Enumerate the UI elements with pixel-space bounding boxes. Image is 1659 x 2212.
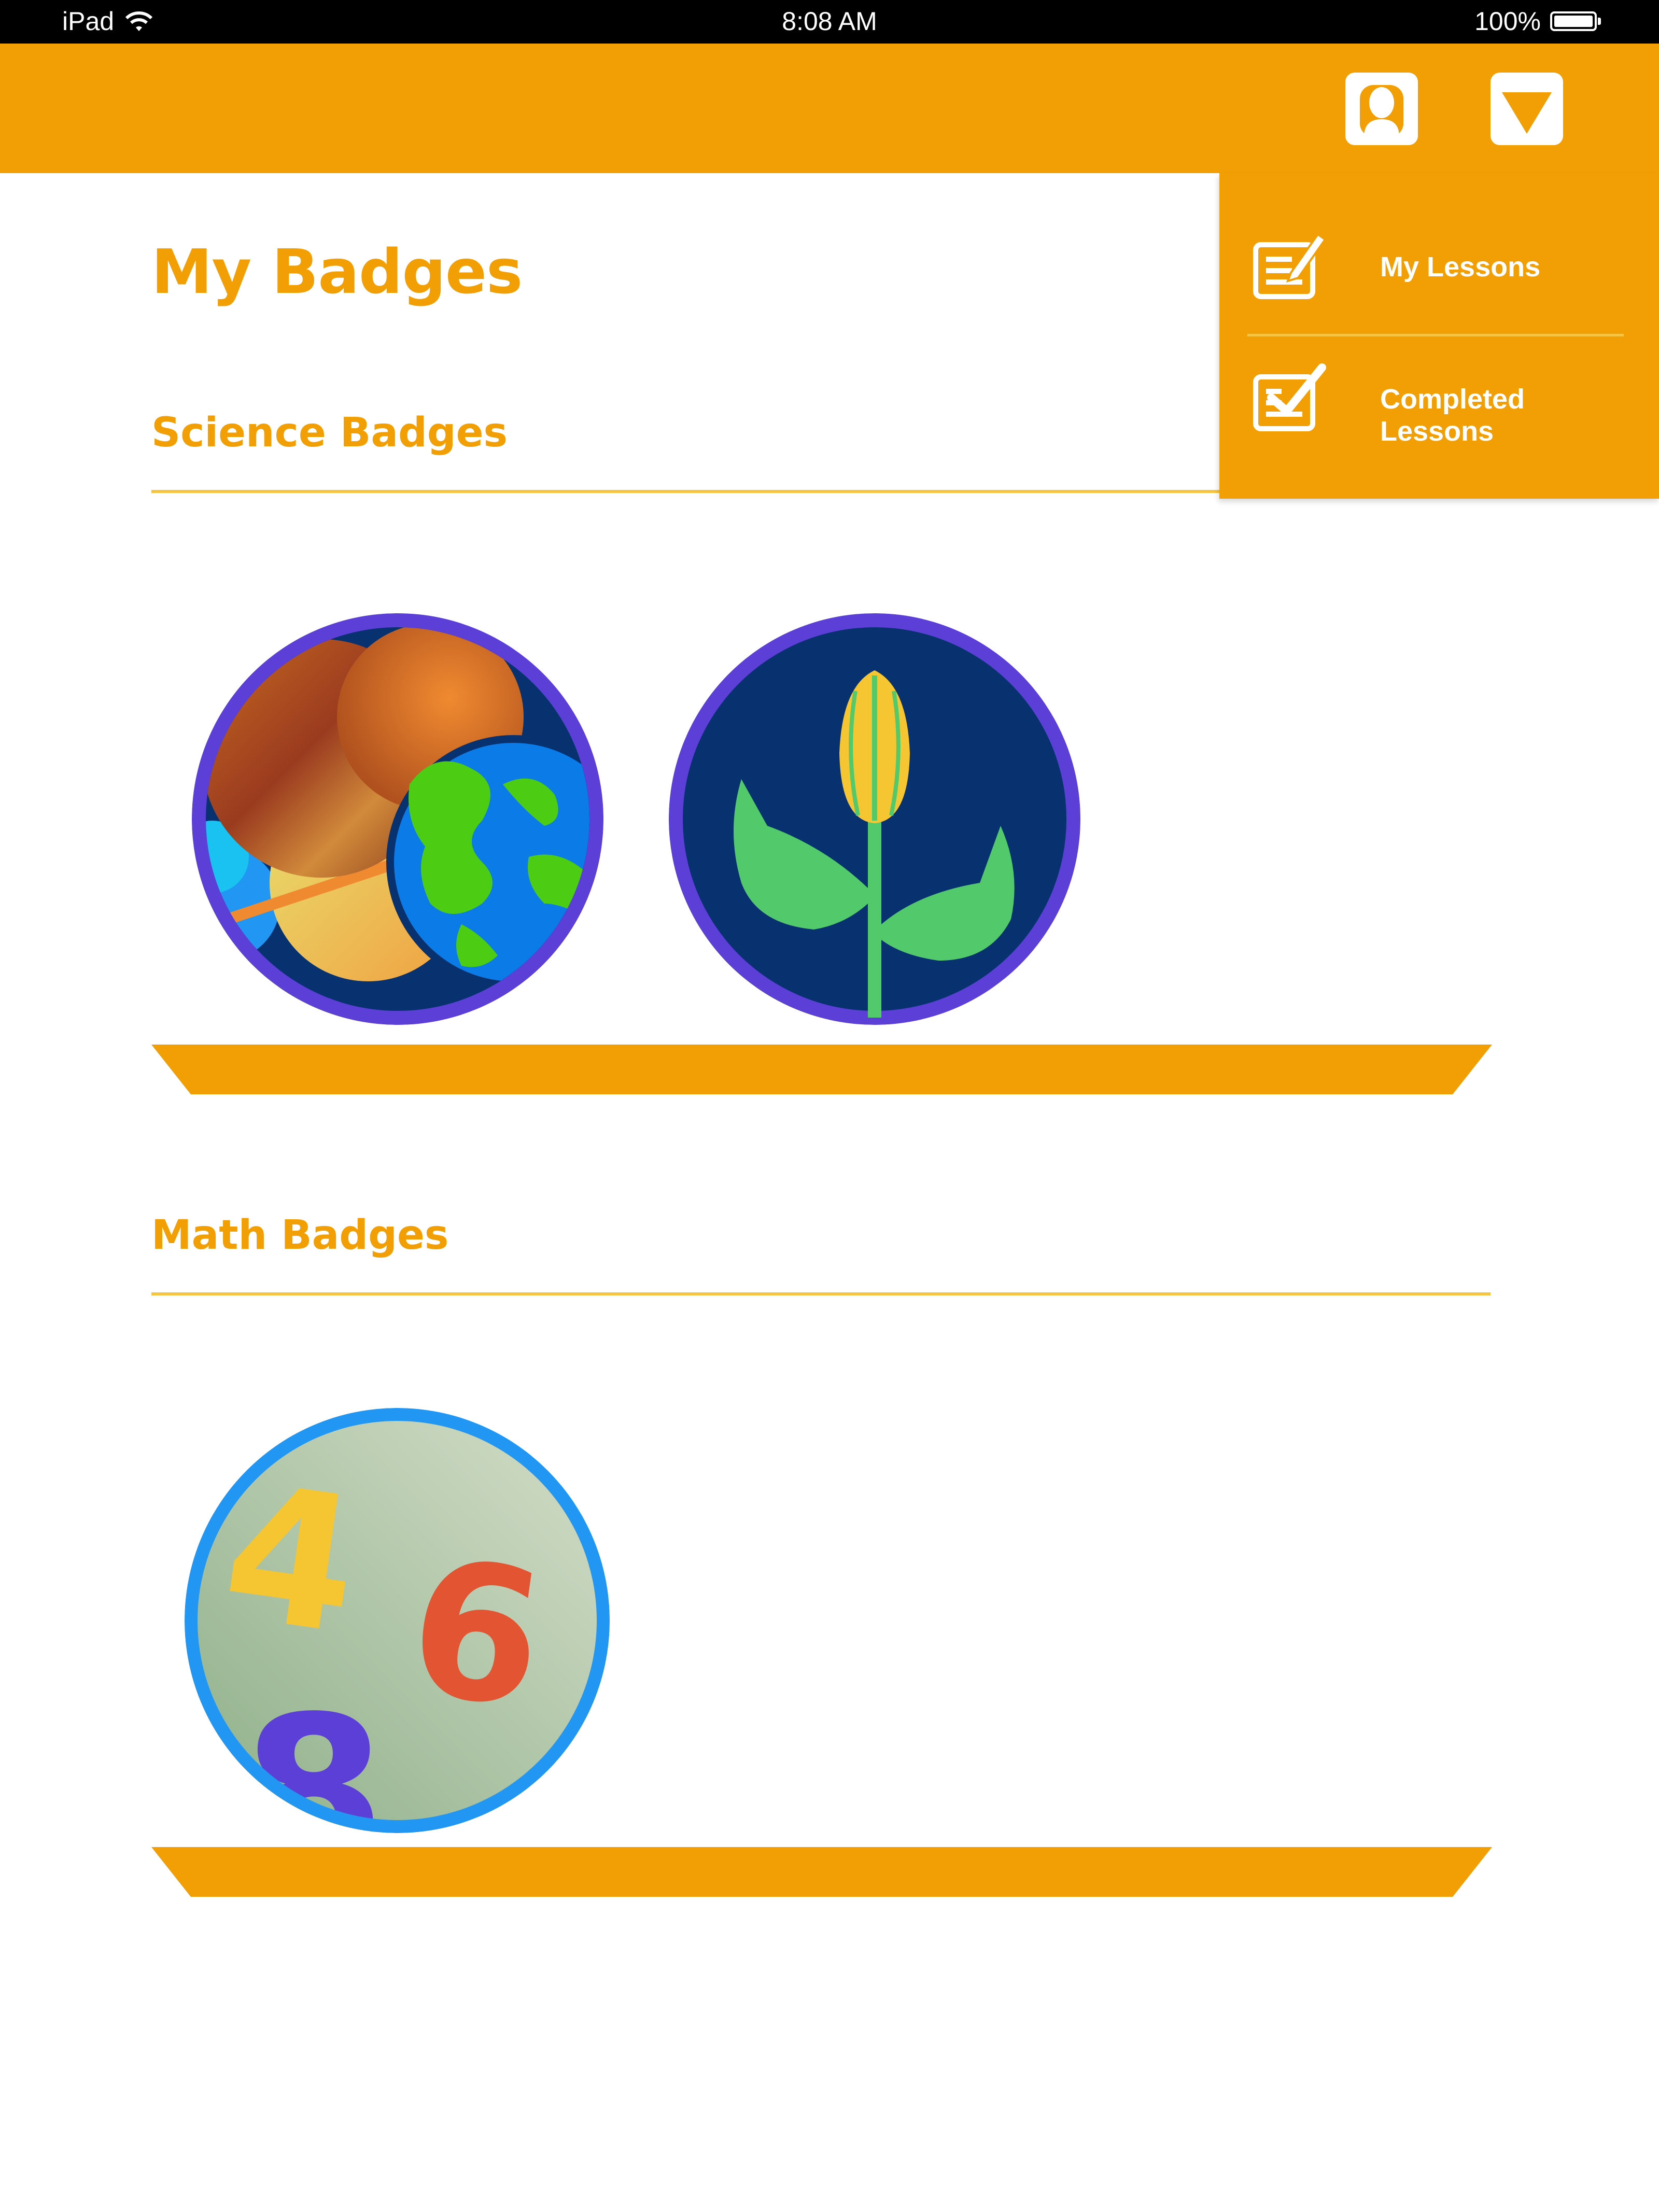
menu-divider xyxy=(1247,334,1624,336)
profile-button[interactable] xyxy=(1345,73,1418,145)
page-title: My Badges xyxy=(151,236,523,307)
status-time: 8:08 AM xyxy=(782,7,877,36)
status-bar: iPad 8:08 AM 100% xyxy=(0,0,1659,44)
math-shelf xyxy=(151,1847,1492,1897)
planets-badge[interactable] xyxy=(192,613,603,1025)
science-section-title: Science Badges xyxy=(151,410,508,456)
battery-icon xyxy=(1550,11,1601,31)
dropdown-triangle-icon xyxy=(1502,92,1552,134)
profile-icon xyxy=(1360,85,1403,137)
menu-item-my-lessons[interactable]: My Lessons xyxy=(1250,225,1644,308)
flower-badge[interactable] xyxy=(669,613,1080,1025)
lesson-edit-icon xyxy=(1253,233,1327,299)
menu-item-completed-lessons[interactable]: Completed Lessons xyxy=(1250,357,1644,447)
science-shelf xyxy=(151,1045,1492,1094)
menu-item-label: Completed Lessons xyxy=(1380,384,1525,447)
battery-percent: 100% xyxy=(1474,7,1541,36)
status-right: 100% xyxy=(1474,6,1601,36)
lesson-check-icon xyxy=(1253,363,1326,431)
math-divider xyxy=(151,1292,1491,1295)
menu-item-label: My Lessons xyxy=(1380,251,1541,283)
math-section-title: Math Badges xyxy=(151,1212,449,1259)
dropdown-menu: My Lessons Completed Lessons xyxy=(1219,173,1659,499)
numbers-badge[interactable]: 4 6 8 xyxy=(185,1408,610,1833)
top-bar xyxy=(0,44,1659,173)
menu-toggle-button[interactable] xyxy=(1491,73,1563,145)
